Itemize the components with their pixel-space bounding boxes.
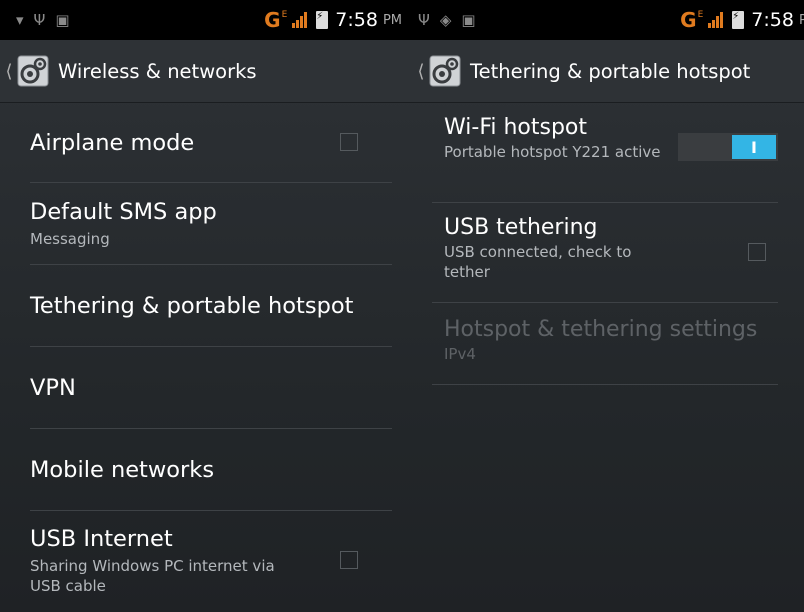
battery-charging-icon bbox=[316, 11, 329, 29]
item-title: Mobile networks bbox=[30, 456, 215, 483]
usb-tethering-checkbox[interactable] bbox=[748, 242, 766, 261]
item-title: Airplane mode bbox=[30, 129, 195, 156]
image-icon: ▣ bbox=[55, 10, 70, 29]
wifi-off-icon: ▾ bbox=[16, 10, 24, 29]
wifi-hotspot-switch[interactable]: I bbox=[678, 133, 778, 161]
action-bar: ⟨ Tethering & portable hotspot bbox=[402, 40, 804, 103]
usb-tethering-item[interactable]: USB tethering USB connected, check to te… bbox=[432, 203, 778, 303]
battery-charging-icon bbox=[732, 11, 745, 29]
item-subtitle: USB connected, check to tether bbox=[444, 243, 632, 281]
page-title: Tethering & portable hotspot bbox=[470, 59, 751, 83]
item-subtitle: Portable hotspot Y221 active bbox=[444, 143, 661, 161]
item-title: Hotspot & tethering settings bbox=[444, 317, 758, 342]
item-title: USB Internet bbox=[30, 526, 173, 552]
action-bar: ⟨ Wireless & networks bbox=[0, 40, 402, 103]
item-title: USB tethering bbox=[444, 215, 598, 240]
settings-list: Airplane mode Default SMS app Messaging … bbox=[0, 103, 402, 611]
page-title: Wireless & networks bbox=[58, 59, 257, 83]
item-subtitle: Messaging bbox=[30, 229, 110, 248]
usb-icon: Ψ bbox=[418, 10, 430, 29]
image-icon: ▣ bbox=[461, 10, 476, 29]
airplane-mode-checkbox[interactable] bbox=[340, 132, 358, 151]
clock: 7:58 bbox=[751, 9, 794, 31]
wifi-hotspot-icon: ◈ bbox=[439, 10, 452, 29]
wifi-hotspot-item[interactable]: Wi-Fi hotspot Portable hotspot Y221 acti… bbox=[432, 103, 778, 203]
vpn-item[interactable]: VPN bbox=[30, 347, 392, 429]
usb-internet-checkbox[interactable] bbox=[340, 551, 358, 569]
settings-app-icon[interactable] bbox=[16, 54, 50, 88]
default-sms-app-item[interactable]: Default SMS app Messaging bbox=[30, 183, 392, 265]
back-chevron-icon[interactable]: ⟨ bbox=[2, 61, 16, 82]
network-type: G bbox=[264, 8, 281, 32]
tethering-list: Wi-Fi hotspot Portable hotspot Y221 acti… bbox=[402, 103, 778, 385]
item-title: VPN bbox=[30, 374, 76, 401]
switch-thumb: I bbox=[732, 135, 776, 159]
network-type-sup: E bbox=[281, 10, 288, 20]
item-title: Default SMS app bbox=[30, 198, 217, 225]
clock-ampm: PM bbox=[798, 12, 804, 28]
usb-icon: Ψ bbox=[33, 10, 46, 29]
signal-icon bbox=[708, 12, 724, 28]
item-subtitle: Sharing Windows PC internet via USB cabl… bbox=[30, 557, 275, 595]
status-bar: Ψ ◈ ▣ G E 7:58PM bbox=[402, 0, 804, 40]
status-bar: ▾ Ψ ▣ G E 7:58PM bbox=[0, 0, 402, 40]
tethering-screen: Ψ ◈ ▣ G E 7:58PM ⟨ bbox=[402, 0, 804, 612]
tethering-hotspot-item[interactable]: Tethering & portable hotspot bbox=[30, 265, 392, 347]
airplane-mode-item[interactable]: Airplane mode bbox=[30, 103, 392, 183]
clock: 7:58 bbox=[335, 9, 378, 31]
network-type: G bbox=[680, 8, 697, 32]
settings-app-icon[interactable] bbox=[428, 54, 462, 88]
back-chevron-icon[interactable]: ⟨ bbox=[414, 61, 428, 82]
usb-internet-item[interactable]: USB Internet Sharing Windows PC internet… bbox=[30, 511, 392, 611]
signal-icon bbox=[292, 12, 308, 28]
wireless-networks-screen: ▾ Ψ ▣ G E 7:58PM ⟨ bbox=[0, 0, 402, 612]
hotspot-settings-item[interactable]: Hotspot & tethering settings IPv4 bbox=[432, 303, 778, 385]
item-title: Tethering & portable hotspot bbox=[30, 292, 354, 319]
network-type-sup: E bbox=[697, 10, 704, 20]
mobile-networks-item[interactable]: Mobile networks bbox=[30, 429, 392, 511]
item-subtitle: IPv4 bbox=[444, 345, 476, 363]
clock-ampm: PM bbox=[382, 12, 402, 28]
